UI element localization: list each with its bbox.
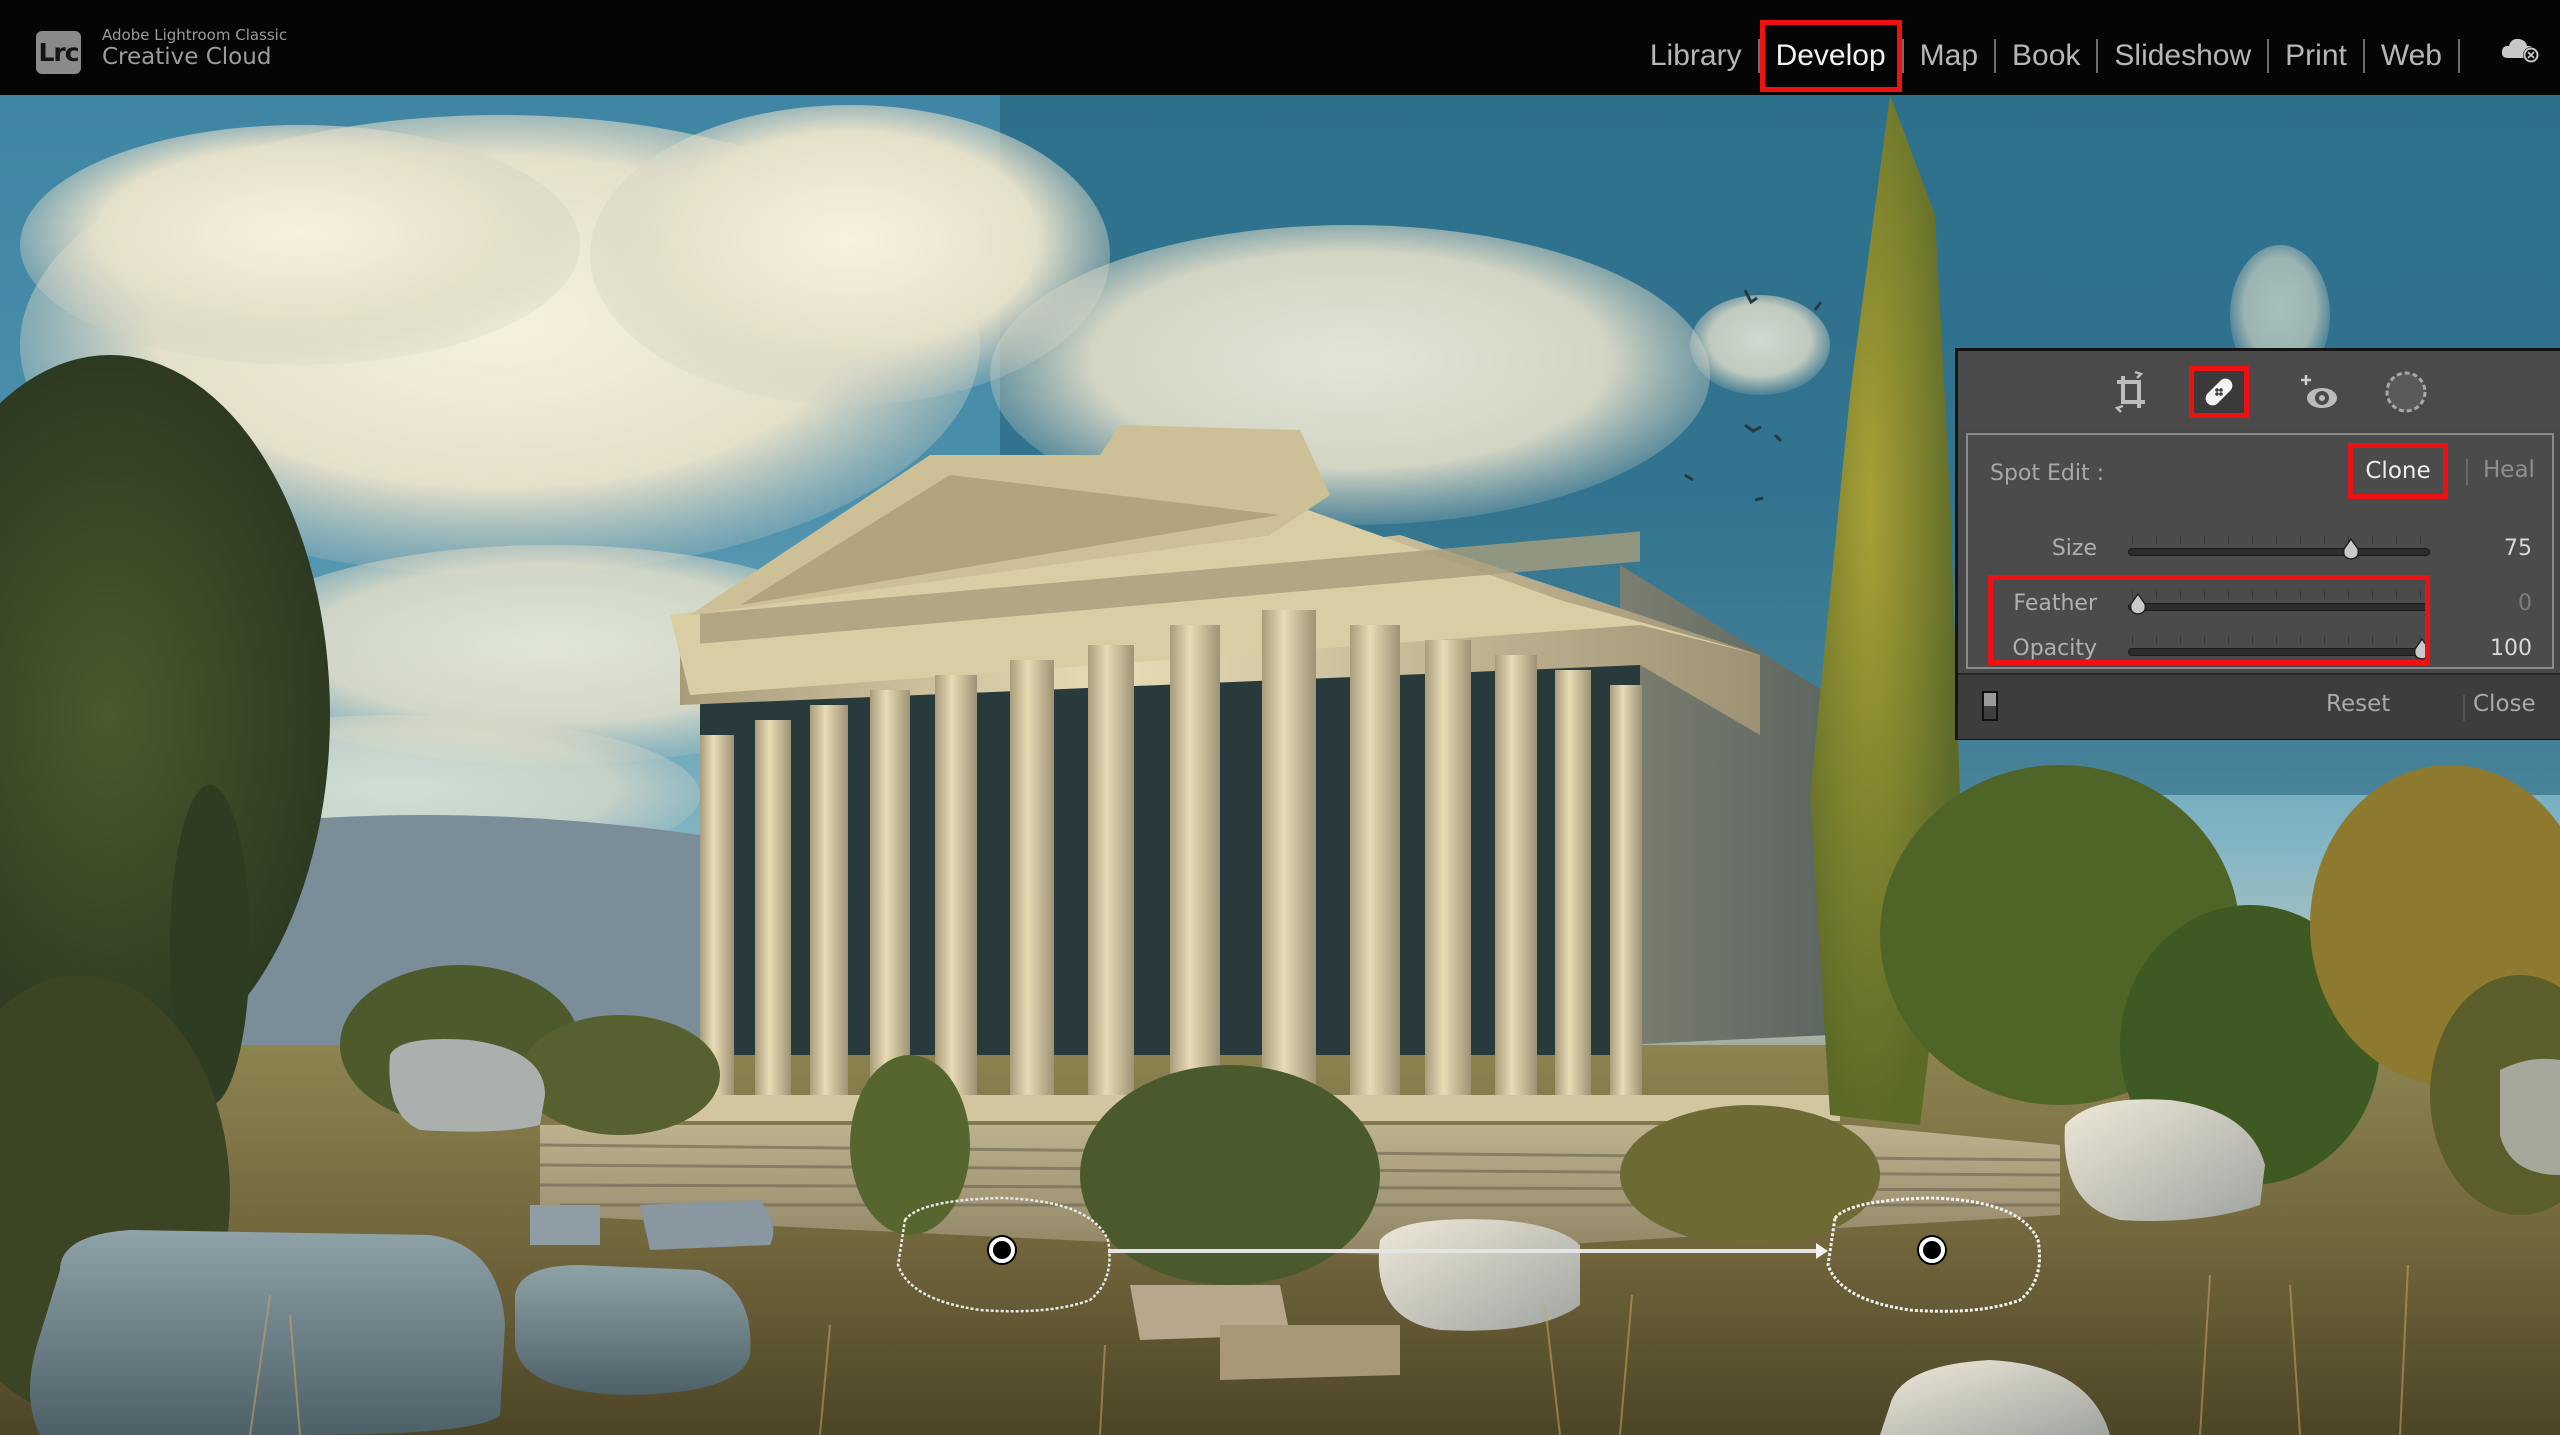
feather-slider-row: Feather 0 <box>1968 585 2552 625</box>
feather-slider[interactable] <box>2128 603 2430 611</box>
module-web[interactable]: Web <box>2365 20 2458 92</box>
module-library[interactable]: Library <box>1634 20 1758 92</box>
bush <box>850 1055 970 1235</box>
tool-red-eye[interactable] <box>2290 366 2350 418</box>
cloud-sync-icon[interactable] <box>2500 34 2542 64</box>
heal-mode-button[interactable]: Heal <box>2483 457 2535 483</box>
clone-mode-button[interactable]: Clone <box>2348 443 2448 499</box>
feather-value[interactable]: 0 <box>2518 591 2532 616</box>
module-map[interactable]: Map <box>1904 20 1994 92</box>
opacity-value[interactable]: 100 <box>2490 636 2532 661</box>
module-divider <box>2458 39 2460 73</box>
opacity-slider-row: Opacity 100 <box>1968 630 2552 670</box>
photo-canvas[interactable] <box>0 95 2560 1435</box>
feather-label: Feather <box>2013 591 2097 616</box>
footer-divider <box>2463 695 2465 721</box>
top-bar: Lrc Adobe Lightroom Classic Creative Clo… <box>0 0 2560 95</box>
module-print[interactable]: Print <box>2269 20 2363 92</box>
size-slider-row: Size 75 <box>1968 530 2552 570</box>
tool-toggle-icon[interactable] <box>1982 691 1998 721</box>
account-label[interactable]: Creative Cloud <box>102 44 271 70</box>
lrc-logo: Lrc <box>36 31 81 74</box>
opacity-slider[interactable] <box>2128 648 2430 656</box>
module-picker: Library Develop Map Book Slideshow Print… <box>1634 20 2460 92</box>
size-slider-thumb[interactable] <box>2342 538 2360 560</box>
bush <box>1620 1105 1880 1245</box>
crop-icon <box>2114 370 2145 413</box>
bandage-icon <box>2205 378 2233 406</box>
mask-circle-icon <box>2385 371 2427 413</box>
source-pin[interactable] <box>989 1237 1015 1263</box>
spot-removal-panel: Spot Edit : Clone Heal Size 75 Feather 0… <box>1955 348 2560 740</box>
reset-button[interactable]: Reset <box>2326 691 2390 717</box>
product-name: Adobe Lightroom Classic <box>102 26 288 44</box>
red-eye-icon <box>2301 375 2337 408</box>
slider-ticks <box>2132 536 2424 544</box>
target-pin[interactable] <box>1919 1237 1945 1263</box>
photo-scene <box>0 95 2560 1435</box>
module-develop[interactable]: Develop <box>1759 20 1902 92</box>
close-button[interactable]: Close <box>2473 691 2536 717</box>
tool-spot-removal[interactable] <box>2189 366 2249 418</box>
tool-crop[interactable] <box>2101 366 2161 418</box>
slider-ticks <box>2132 591 2424 599</box>
opacity-slider-thumb[interactable] <box>2413 638 2431 660</box>
spot-edit-label: Spot Edit : <box>1990 461 2105 486</box>
slider-ticks <box>2132 636 2424 644</box>
module-slideshow[interactable]: Slideshow <box>2098 20 2267 92</box>
opacity-label: Opacity <box>2012 636 2097 661</box>
tool-masking[interactable] <box>2376 366 2436 418</box>
mode-divider <box>2466 459 2468 485</box>
spot-edit-section: Spot Edit : Clone Heal Size 75 Feather 0… <box>1966 433 2554 669</box>
panel-footer: Reset Close <box>1958 673 2560 739</box>
size-slider[interactable] <box>2128 548 2430 556</box>
tool-strip <box>1958 351 2560 431</box>
bush <box>1080 1065 1380 1285</box>
feather-slider-thumb[interactable] <box>2129 593 2147 615</box>
size-value[interactable]: 75 <box>2504 536 2532 561</box>
module-book[interactable]: Book <box>1996 20 2096 92</box>
size-label: Size <box>2051 536 2097 561</box>
